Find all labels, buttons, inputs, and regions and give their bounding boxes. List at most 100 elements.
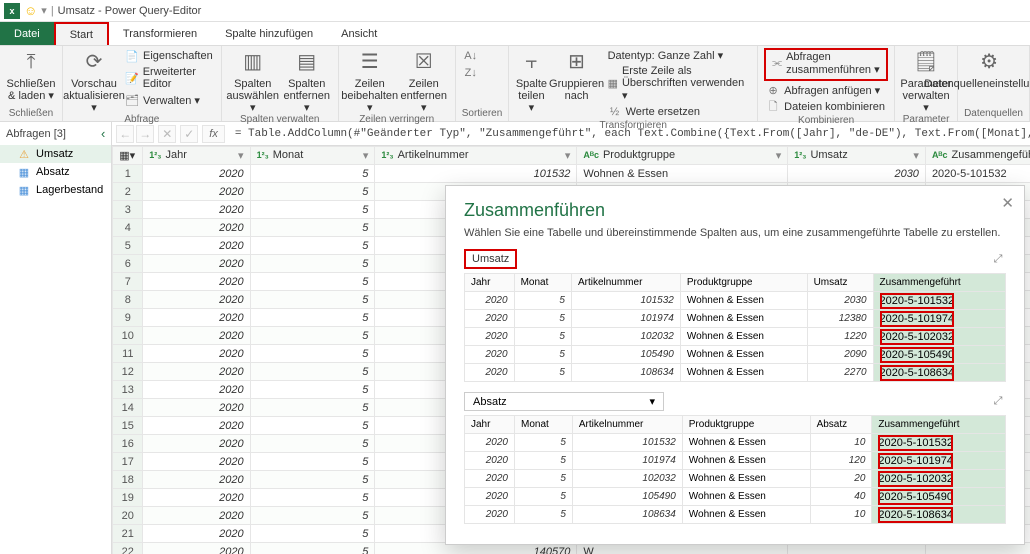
query-item-lagerbestand[interactable]: ▦Lagerbestand <box>0 181 111 199</box>
refresh-icon: ⟳ <box>80 48 108 76</box>
tab-start[interactable]: Start <box>54 22 109 45</box>
row-number[interactable]: 17 <box>113 453 143 471</box>
row-number[interactable]: 5 <box>113 237 143 255</box>
properties-icon: 📄 <box>125 49 139 63</box>
secondary-table-select[interactable]: Absatz▾ <box>464 392 664 411</box>
accept-formula-button[interactable]: ✓ <box>180 125 198 143</box>
chevron-down-icon: ▾ <box>649 395 655 408</box>
formula-bar: ← → ✕ ✓ fx = Table.AddColumn(#"Geänderte… <box>112 122 1030 146</box>
dialog-title: Zusammenführen <box>464 200 1006 221</box>
keep-rows-button[interactable]: ☰Zeilen beibehalten ▾ <box>345 48 395 114</box>
remove-rows-button[interactable]: ☒Zeilen entfernen ▾ <box>399 48 449 114</box>
sort-desc-button[interactable]: Z↓ <box>462 65 480 81</box>
manage-button[interactable]: 🗂Verwalten ▾ <box>123 92 215 108</box>
row-number[interactable]: 1 <box>113 165 143 183</box>
parameter-icon: 🗒 <box>912 48 940 76</box>
formula-text[interactable]: = Table.AddColumn(#"Geänderter Typ", "Zu… <box>229 128 1030 140</box>
tab-transform[interactable]: Transformieren <box>109 22 211 45</box>
column-header[interactable]: 1²₃Artikelnummer▾ <box>375 147 577 165</box>
merge-queries-button[interactable]: ⫘Abfragen zusammenführen ▾ <box>770 50 882 77</box>
primary-preview-table[interactable]: JahrMonatArtikelnummerProduktgruppeUmsat… <box>464 273 1006 382</box>
properties-button[interactable]: 📄Eigenschaften <box>123 48 215 64</box>
column-header[interactable]: 1²₃Umsatz▾ <box>788 147 926 165</box>
collapse-pane-icon[interactable]: ‹ <box>101 126 105 141</box>
nav-fwd-button[interactable]: → <box>136 125 154 143</box>
row-number[interactable]: 10 <box>113 327 143 345</box>
row-number[interactable]: 11 <box>113 345 143 363</box>
row-number[interactable]: 15 <box>113 417 143 435</box>
warning-icon: ⚠ <box>18 148 30 160</box>
row-number[interactable]: 18 <box>113 471 143 489</box>
group-icon: ⊞ <box>563 48 591 76</box>
corner-cell[interactable]: ▦▾ <box>113 147 143 165</box>
secondary-preview-table[interactable]: JahrMonatArtikelnummerProduktgruppeAbsat… <box>464 415 1006 524</box>
row-number[interactable]: 12 <box>113 363 143 381</box>
column-header[interactable]: 1²₃Monat▾ <box>250 147 375 165</box>
first-row-headers-button[interactable]: ▦Erste Zeile als Überschriften verwenden… <box>606 64 752 103</box>
ribbon-tabs: Datei Start Transformieren Spalte hinzuf… <box>0 22 1030 46</box>
column-header[interactable]: AᴮcZusammengeführt▾ <box>925 147 1030 165</box>
row-number[interactable]: 9 <box>113 309 143 327</box>
choose-columns-icon: ▥ <box>239 48 267 76</box>
queries-pane: Abfragen [3] ‹ ⚠Umsatz ▦Absatz ▦Lagerbest… <box>0 122 112 554</box>
data-source-settings-button[interactable]: ⚙Datenquelleneinstellungen <box>964 48 1014 90</box>
tab-add-column[interactable]: Spalte hinzufügen <box>211 22 327 45</box>
close-load-button[interactable]: ⤒Schließen & laden ▾ <box>6 48 56 102</box>
dropdown-icon[interactable]: ▾ <box>41 4 47 17</box>
row-number[interactable]: 13 <box>113 381 143 399</box>
append-icon: ⊕ <box>766 83 780 97</box>
dialog-description: Wählen Sie eine Tabelle und übereinstimm… <box>464 227 1006 239</box>
split-icon: ⫟ <box>517 48 545 76</box>
split-column-button[interactable]: ⫟Spalte teilen ▾ <box>515 48 547 114</box>
row-number[interactable]: 2 <box>113 183 143 201</box>
expand-primary-icon[interactable]: ⤢ <box>990 251 1006 267</box>
fx-label: fx <box>202 125 225 143</box>
row-number[interactable]: 19 <box>113 489 143 507</box>
headers-icon: ▦ <box>608 77 618 91</box>
group-by-button[interactable]: ⊞Gruppieren nach <box>552 48 602 102</box>
row-number[interactable]: 21 <box>113 525 143 543</box>
expand-secondary-icon[interactable]: ⤢ <box>990 394 1006 410</box>
cancel-formula-button[interactable]: ✕ <box>158 125 176 143</box>
primary-table-label: Umsatz <box>464 249 517 269</box>
tab-view[interactable]: Ansicht <box>327 22 391 45</box>
query-item-umsatz[interactable]: ⚠Umsatz <box>0 145 111 163</box>
ribbon: ⤒Schließen & laden ▾ Schließen ⟳Vorschau… <box>0 46 1030 122</box>
table-icon: ▦ <box>18 166 30 178</box>
row-number[interactable]: 6 <box>113 255 143 273</box>
sort-asc-icon: A↓ <box>464 49 478 63</box>
column-header[interactable]: 1²₃Jahr▾ <box>143 147 250 165</box>
row-number[interactable]: 4 <box>113 219 143 237</box>
close-load-icon: ⤒ <box>17 48 45 76</box>
remove-rows-icon: ☒ <box>410 48 438 76</box>
smiley-icon: ☺ <box>24 3 37 18</box>
manage-icon: 🗂 <box>125 93 139 107</box>
refresh-preview-button[interactable]: ⟳Vorschau aktualisieren ▾ <box>69 48 119 114</box>
datatype-button[interactable]: Datentyp: Ganze Zahl ▾ <box>606 48 752 63</box>
datasource-icon: ⚙ <box>975 48 1003 76</box>
query-item-absatz[interactable]: ▦Absatz <box>0 163 111 181</box>
tab-datei[interactable]: Datei <box>0 22 54 45</box>
row-number[interactable]: 16 <box>113 435 143 453</box>
choose-columns-button[interactable]: ▥Spalten auswählen ▾ <box>228 48 278 114</box>
row-number[interactable]: 7 <box>113 273 143 291</box>
sort-asc-button[interactable]: A↓ <box>462 48 480 64</box>
queries-header: Abfragen [3] <box>6 128 66 140</box>
row-number[interactable]: 3 <box>113 201 143 219</box>
row-number[interactable]: 14 <box>113 399 143 417</box>
remove-columns-button[interactable]: ▤Spalten entfernen ▾ <box>282 48 332 114</box>
append-queries-button[interactable]: ⊕Abfragen anfügen ▾ <box>764 82 888 98</box>
nav-back-button[interactable]: ← <box>116 125 134 143</box>
replace-values-button[interactable]: ½Werte ersetzen <box>606 104 752 120</box>
close-dialog-button[interactable]: ✕ <box>1001 194 1014 212</box>
column-header[interactable]: AᴮcProduktgruppe▾ <box>577 147 788 165</box>
editor-icon: 📝 <box>125 71 139 85</box>
row-number[interactable]: 8 <box>113 291 143 309</box>
row-number[interactable]: 20 <box>113 507 143 525</box>
row-number[interactable]: 22 <box>113 543 143 554</box>
advanced-editor-button[interactable]: 📝Erweiterter Editor <box>123 65 215 91</box>
combine-files-button[interactable]: 🗋Dateien kombinieren <box>764 99 888 115</box>
excel-icon: x <box>4 3 20 19</box>
remove-columns-icon: ▤ <box>293 48 321 76</box>
merge-icon: ⫘ <box>772 57 782 71</box>
